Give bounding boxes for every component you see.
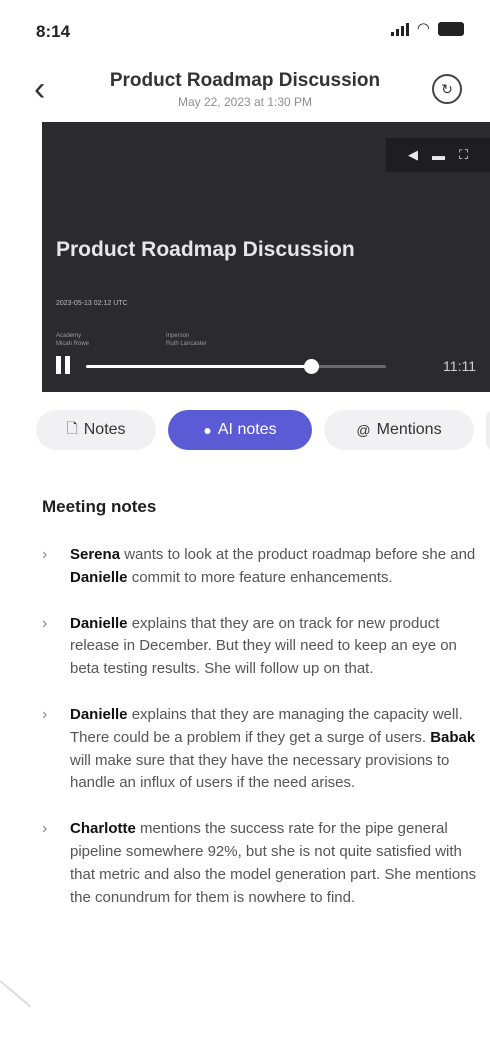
note-person: Danielle bbox=[70, 614, 128, 632]
chevron-right-icon[interactable]: › bbox=[42, 613, 47, 636]
video-title: Product Roadmap Discussion bbox=[56, 238, 355, 261]
note-person: Danielle bbox=[70, 568, 128, 586]
chevron-right-icon[interactable]: › bbox=[42, 704, 47, 727]
progress-fill bbox=[86, 365, 311, 368]
notes-icon: 🗋 bbox=[66, 420, 78, 436]
battery-icon bbox=[438, 22, 464, 36]
note-person: Serena bbox=[70, 546, 121, 563]
note-text: explains that they are managing the capa… bbox=[70, 705, 463, 746]
tab-notes[interactable]: 🗋 Notes bbox=[36, 410, 156, 450]
section-title: Meeting notes bbox=[42, 497, 157, 516]
share-icon[interactable]: ↻ bbox=[432, 74, 462, 104]
video-controls: ◀ ▬ ⛶ bbox=[386, 138, 490, 172]
video-meta-b: Inperson Ruth Lancaster bbox=[166, 332, 207, 348]
video-date: 2023-05-13 02:12 UTC bbox=[56, 300, 128, 307]
pause-icon[interactable] bbox=[56, 356, 70, 374]
tab-mentions-label: Mentions bbox=[376, 421, 442, 438]
status-bar: 8:14 ◠ bbox=[0, 0, 490, 60]
note-text: wants to look at the product roadmap bef… bbox=[120, 546, 476, 563]
video-meta-b-label: Inperson bbox=[166, 333, 190, 339]
video-player[interactable]: ◀ ▬ ⛶ Product Roadmap Discussion 2023-05… bbox=[42, 122, 490, 392]
chevron-right-icon[interactable]: › bbox=[42, 818, 47, 841]
signal-icon bbox=[390, 22, 409, 36]
page-title: Product Roadmap Discussion bbox=[109, 70, 381, 91]
tab-mentions[interactable]: @ Mentions bbox=[324, 410, 474, 450]
note-item[interactable]: › Charlotte mentions the success rate for… bbox=[42, 818, 490, 909]
title-block: Product Roadmap Discussion May 22, 2023 … bbox=[0, 70, 490, 109]
notes-list: › Serena wants to look at the product roa… bbox=[42, 544, 490, 932]
tab-overflow[interactable] bbox=[486, 410, 490, 450]
note-text: will make sure that they have the necess… bbox=[70, 751, 450, 792]
video-duration: 11:11 bbox=[443, 358, 476, 374]
note-person: Babak bbox=[430, 728, 476, 746]
system-indicators: ◠ bbox=[390, 20, 464, 37]
edge-decoration bbox=[0, 980, 32, 1008]
progress-track[interactable] bbox=[86, 359, 386, 374]
video-meta-a-value: Micah Rowe bbox=[56, 341, 90, 347]
status-time: 8:14 bbox=[36, 22, 71, 41]
note-person: Charlotte bbox=[70, 820, 136, 838]
note-item[interactable]: › Serena wants to look at the product roa… bbox=[42, 544, 490, 590]
fullscreen-icon[interactable]: ⛶ bbox=[459, 147, 468, 163]
note-item[interactable]: › Danielle explains that they are managin… bbox=[42, 704, 490, 795]
captions-icon[interactable]: ▬ bbox=[432, 148, 445, 163]
note-person: Danielle bbox=[70, 705, 128, 723]
header: ‹ Product Roadmap Discussion May 22, 202… bbox=[0, 62, 490, 122]
chevron-right-icon[interactable]: › bbox=[42, 544, 47, 567]
video-meta-b-value: Ruth Lancaster bbox=[166, 341, 207, 347]
wifi-icon: ◠ bbox=[416, 20, 430, 37]
note-item[interactable]: › Danielle explains that they are on trac… bbox=[42, 613, 490, 681]
at-icon: @ bbox=[356, 422, 371, 438]
volume-icon[interactable]: ◀ bbox=[408, 147, 418, 163]
tab-ai-notes-label: AI notes bbox=[217, 421, 277, 438]
page-subtitle: May 22, 2023 at 1:30 PM bbox=[177, 95, 313, 109]
note-text: explains that they are on track for new … bbox=[70, 614, 457, 678]
video-meta-a: Academy Micah Rowe bbox=[56, 332, 89, 348]
progress-knob[interactable] bbox=[304, 359, 319, 374]
note-text: commit to more feature enhancements. bbox=[127, 568, 393, 586]
video-meta-a-label: Academy bbox=[56, 333, 82, 339]
tab-notes-label: Notes bbox=[83, 421, 126, 438]
lightbulb-icon: ● bbox=[203, 422, 212, 438]
tab-ai-notes[interactable]: ● AI notes bbox=[168, 410, 312, 450]
tab-bar: 🗋 Notes ● AI notes @ Mentions bbox=[36, 410, 490, 450]
